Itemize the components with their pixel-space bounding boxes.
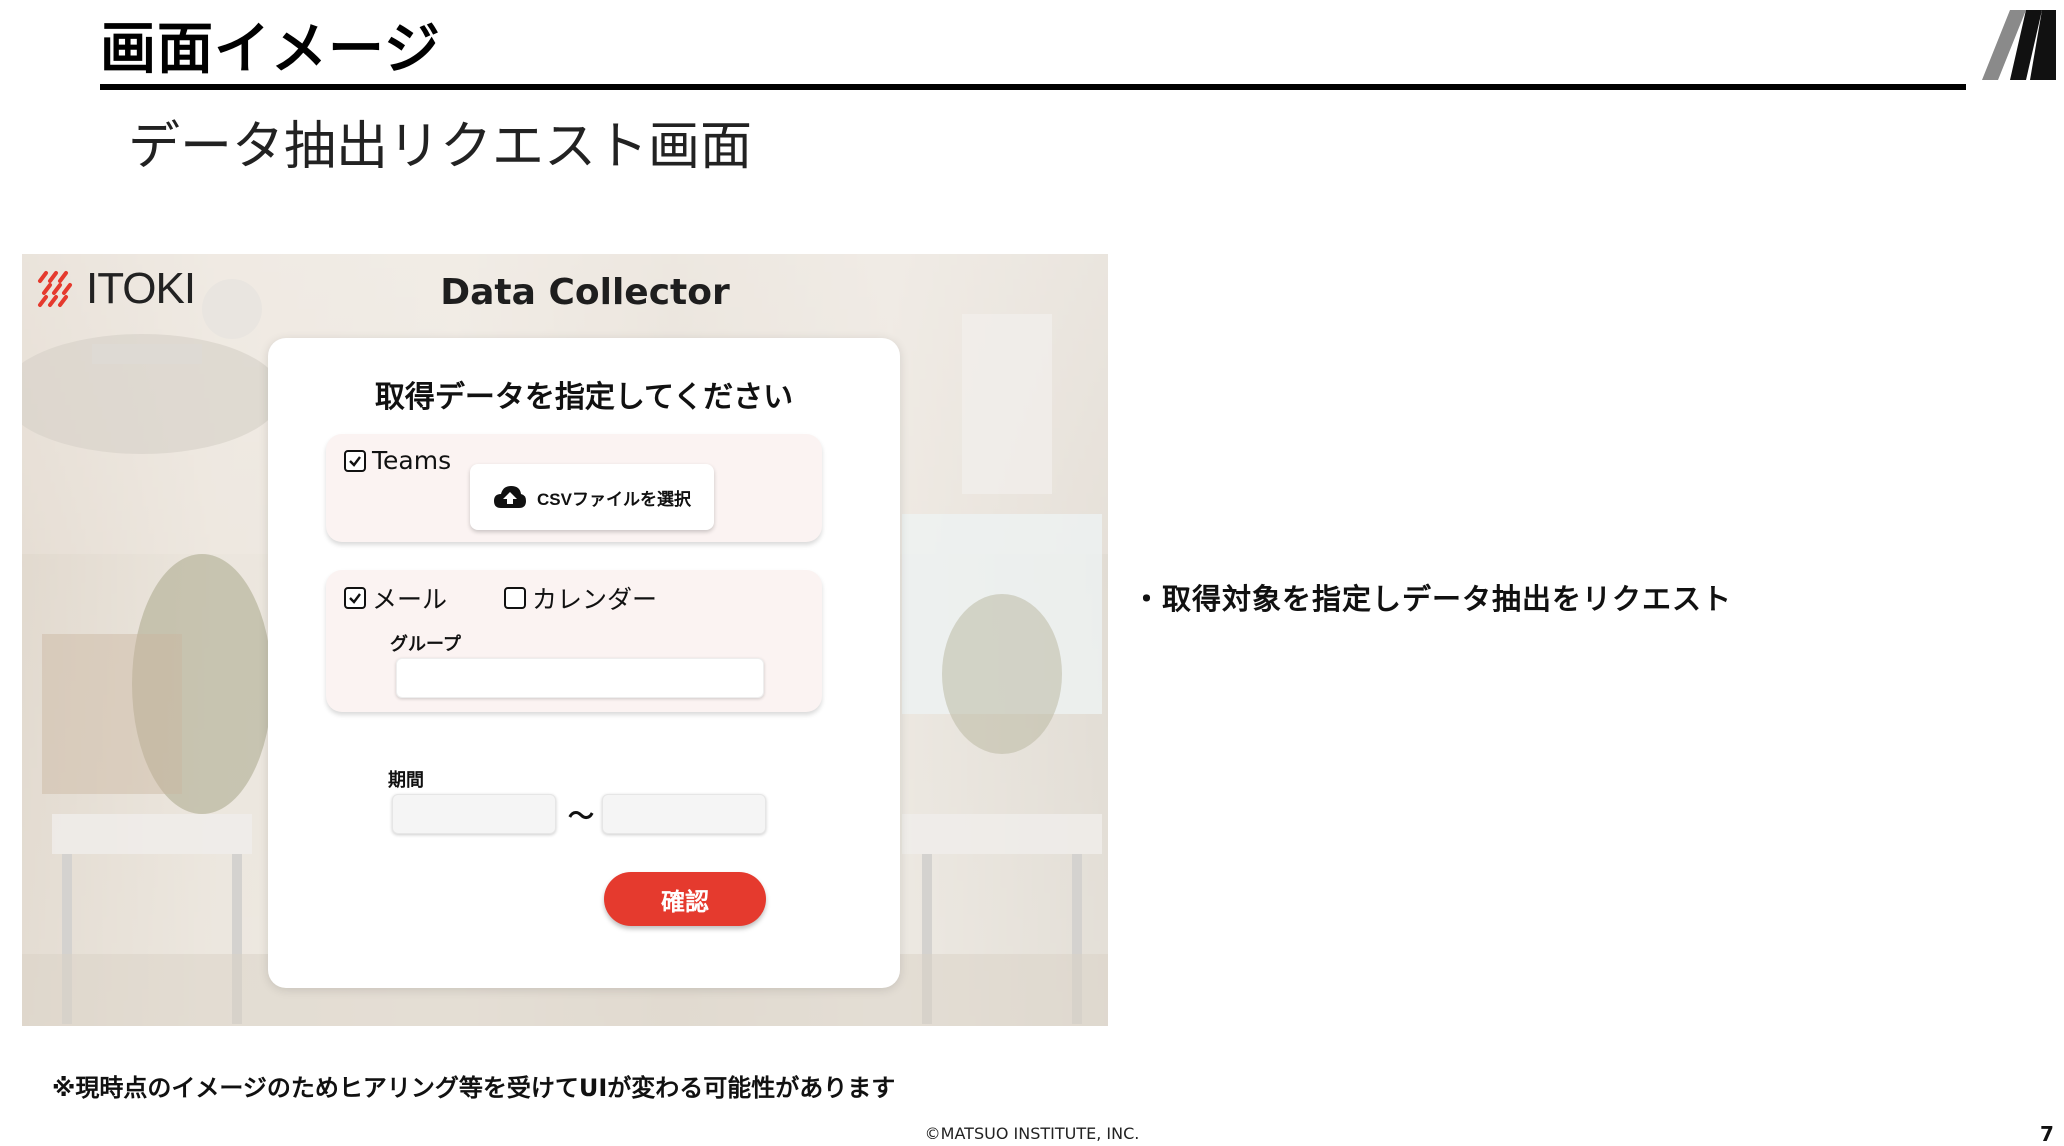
group-input[interactable]	[396, 658, 764, 698]
mail-label: メール	[372, 585, 448, 614]
request-form-card: 取得データを指定してください Teams CSVファイルを選択 メール カレンダ…	[268, 338, 900, 988]
title-divider	[100, 84, 1966, 90]
description-bullet: ・取得対象を指定しデータ抽出をリクエスト	[1132, 582, 1733, 616]
checkbox-empty-icon	[504, 587, 526, 609]
mail-checkbox[interactable]: メール	[344, 580, 447, 616]
calendar-label: カレンダー	[532, 585, 658, 614]
confirm-button[interactable]: 確認	[604, 872, 766, 926]
calendar-checkbox[interactable]: カレンダー	[504, 580, 657, 616]
copyright: ©MATSUO INSTITUTE, INC.	[924, 1124, 1140, 1143]
period-label: 期間	[388, 770, 424, 791]
page-number: 7	[2040, 1122, 2054, 1146]
app-screenshot: ITOKI Data Collector 取得データを指定してください Team…	[22, 254, 1108, 1026]
slide-subtitle: データ抽出リクエスト画面	[128, 117, 753, 177]
csv-upload-label: CSVファイルを選択	[537, 489, 691, 509]
period-separator: 〜	[568, 802, 595, 832]
checkbox-checked-icon	[344, 587, 366, 609]
teams-checkbox[interactable]: Teams	[344, 446, 451, 475]
disclaimer-note: ※現時点のイメージのためヒアリング等を受けてUIが変わる可能性があります	[52, 1074, 896, 1102]
checkbox-checked-icon	[344, 449, 366, 472]
m-logo-icon	[1982, 10, 2056, 80]
cloud-upload-icon	[494, 486, 527, 508]
teams-label: Teams	[372, 446, 452, 475]
form-heading: 取得データを指定してください	[374, 380, 794, 415]
slide-title: 画面イメージ	[100, 17, 441, 82]
app-title: Data Collector	[440, 272, 730, 313]
period-start-input[interactable]	[392, 794, 556, 834]
period-end-input[interactable]	[602, 794, 766, 834]
teams-panel: Teams CSVファイルを選択	[326, 434, 822, 542]
mail-calendar-panel: メール カレンダー グループ	[326, 570, 822, 712]
csv-upload-button[interactable]: CSVファイルを選択	[470, 464, 714, 530]
group-label: グループ	[390, 634, 461, 655]
